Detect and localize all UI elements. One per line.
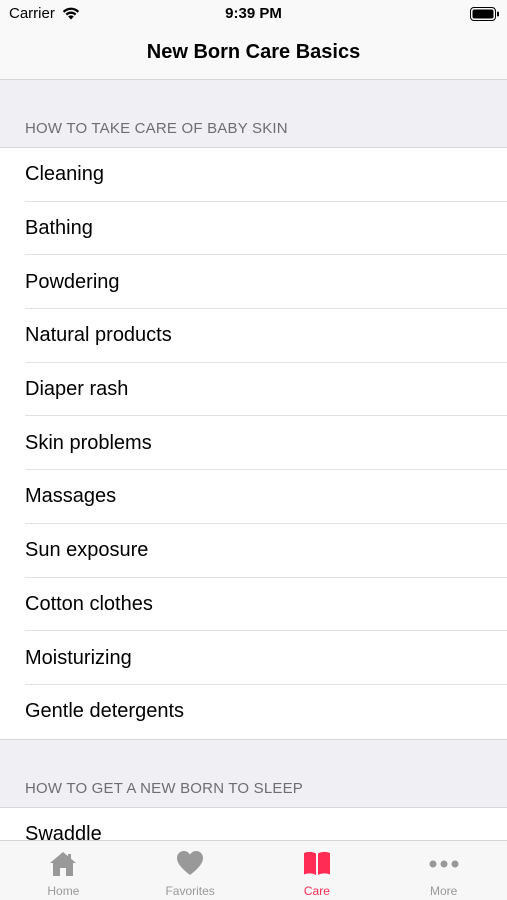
tab-home[interactable]: Home [0,841,127,900]
list-item-bathing[interactable]: Bathing [0,202,507,256]
tab-favorites[interactable]: Favorites [127,841,254,900]
section-header: HOW TO TAKE CARE OF BABY SKIN [0,80,507,147]
list-item-skin-problems[interactable]: Skin problems [0,416,507,470]
list-item-cleaning[interactable]: Cleaning [0,148,507,202]
status-bar: Carrier 9:39 PM [0,0,507,30]
section-group-skin: Cleaning Bathing Powdering Natural produ… [0,147,507,740]
list-item-massages[interactable]: Massages [0,470,507,524]
tab-label: Care [303,884,330,898]
list-item-moisturizing[interactable]: Moisturizing [0,631,507,685]
heart-icon [177,851,204,875]
tab-bar: Home Favorites Care More [0,840,507,900]
tab-more[interactable]: More [380,841,507,900]
list-item-powdering[interactable]: Powdering [0,255,507,309]
tab-label: Home [47,884,80,898]
more-icon [429,860,459,868]
home-icon [50,852,77,876]
list-item-swaddle[interactable]: Swaddle [0,808,507,840]
section-header-label: HOW TO GET A NEW BORN TO SLEEP [25,779,304,797]
book-icon [303,851,330,875]
list-item-diaper-rash[interactable]: Diaper rash [0,363,507,417]
tab-label: More [429,884,458,898]
tab-care[interactable]: Care [254,841,381,900]
list-item-cotton-clothes[interactable]: Cotton clothes [0,578,507,632]
section-header: HOW TO GET A NEW BORN TO SLEEP [0,740,507,807]
section-header-label: HOW TO TAKE CARE OF BABY SKIN [25,120,288,137]
navigation-bar: New Born Care Basics [0,30,507,80]
status-time: 9:39 PM [225,5,282,22]
list-item-sun-exposure[interactable]: Sun exposure [0,524,507,578]
list-item-gentle-detergents[interactable]: Gentle detergents [0,685,507,739]
page-title: New Born Care Basics [146,41,361,63]
tab-label: Favorites [165,884,215,898]
list-item-natural-products[interactable]: Natural products [0,309,507,363]
section-group-sleep: Swaddle [0,806,507,840]
table-view[interactable]: HOW TO TAKE CARE OF BABY SKIN Cleaning B… [0,80,507,840]
battery-icon [470,7,499,21]
